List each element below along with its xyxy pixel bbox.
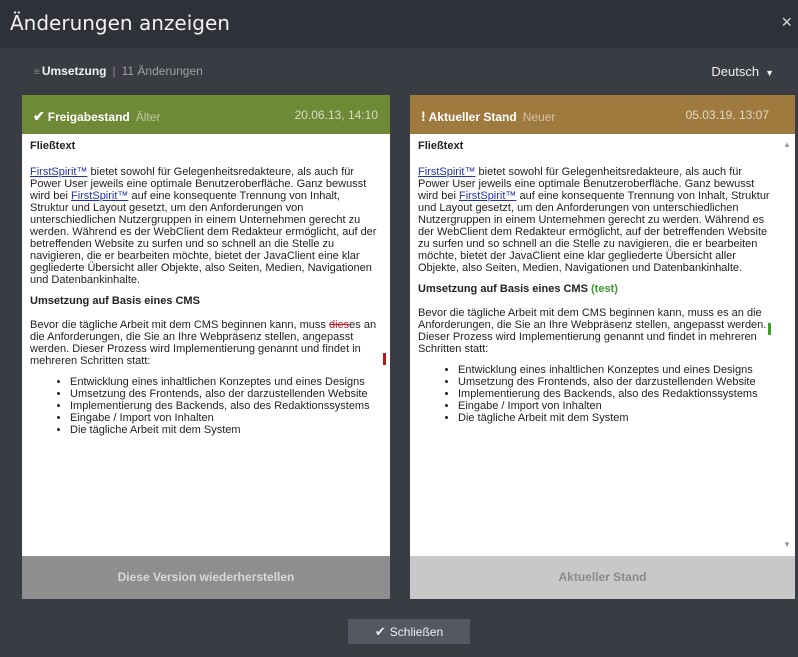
lines-icon: ≡ [34,67,40,78]
version-date: 20.06.13, 14:10 [294,108,378,122]
change-count: 11 Änderungen [121,64,203,78]
scrollbar[interactable]: ▲ ▼ [781,134,795,556]
firstspirit-link[interactable]: FirstSpirit™ [71,190,128,202]
checkmark-icon: ✔ [374,624,386,639]
view-selector[interactable]: ≡ Umsetzung | 11 Änderungen [34,64,203,78]
changes-dialog: Änderungen anzeigen × ≡ Umsetzung | 11 Ände… [0,0,798,657]
language-label: Deutsch [711,64,760,79]
title-bar: Änderungen anzeigen × [0,0,798,48]
list-item: Implementierung des Backends, also des R… [70,400,380,412]
state-label: Freigabestand [47,110,130,124]
addition-marker [768,323,771,335]
section-heading: Umsetzung auf Basis eines CMS (test) [418,283,618,295]
deletion-marker [383,353,386,365]
panel-header: ! Aktueller Stand Neuer 05.03.19, 13:07 [410,95,795,134]
list-item: Umsetzung des Frontends, also der darzus… [458,376,773,388]
close-button[interactable]: ✔ Schließen [348,619,470,644]
close-button-label: Schließen [389,625,444,639]
state-label: Aktueller Stand [428,110,517,124]
list-item: Eingabe / Import von Inhalten [70,412,380,424]
firstspirit-link[interactable]: FirstSpirit™ [459,190,516,202]
section-heading: Umsetzung auf Basis eines CMS [30,295,200,307]
language-dropdown[interactable]: Deutsch ▼ [711,64,774,79]
restore-version-button[interactable]: Diese Version wiederherstellen [22,556,390,599]
list-item: Die tägliche Arbeit mit dem System [458,412,773,424]
list-item: Implementierung des Backends, also des R… [458,388,773,400]
sub-toolbar: ≡ Umsetzung | 11 Änderungen Deutsch ▼ [0,48,798,84]
list-item: Eingabe / Import von Inhalten [458,400,773,412]
scroll-up-icon[interactable]: ▲ [783,139,791,151]
list-item: Entwicklung eines inhaltlichen Konzeptes… [458,364,773,376]
list-item: Umsetzung des Frontends, also der darzus… [70,388,380,400]
age-label: Älter [135,110,161,124]
paragraph: FirstSpirit™ bietet sowohl für Gelegenhe… [30,166,377,286]
version-date: 05.03.19, 13:07 [685,108,769,122]
section-heading: Fließtext [30,140,76,152]
caret-down-icon: ▼ [765,68,774,78]
list-item: Die tägliche Arbeit mit dem System [70,424,380,436]
paragraph: FirstSpirit™ bietet sowohl für Gelegenhe… [418,166,770,274]
view-name: Umsetzung [41,64,107,78]
scroll-down-icon[interactable]: ▼ [783,539,791,551]
current-version-panel: ! Aktueller Stand Neuer 05.03.19, 13:07 Fl… [410,95,795,599]
added-text: (test) [591,283,618,295]
paragraph: Bevor die tägliche Arbeit mit dem CMS be… [418,307,767,355]
deleted-text: dies [328,319,350,331]
step-list: Entwicklung eines inhaltlichen Konzeptes… [30,376,380,436]
step-list: Entwicklung eines inhaltlichen Konzeptes… [418,364,773,424]
checkmark-icon: ✔ [33,108,45,124]
separator: | [112,64,116,78]
current-version-label: Aktueller Stand [410,556,795,599]
dialog-title: Änderungen anzeigen [10,11,230,35]
exclamation-icon: ! [421,108,426,124]
panel-content[interactable]: Fließtext FirstSpirit™ bietet sowohl für… [22,134,390,556]
paragraph: Bevor die tägliche Arbeit mit dem CMS be… [30,319,377,367]
age-label: Neuer [522,110,556,124]
released-version-panel: ✔ Freigabestand Älter 20.06.13, 14:10 Flie… [22,95,390,599]
panel-content[interactable]: Fließtext FirstSpirit™ bietet sowohl für… [410,134,795,556]
panel-header: ✔ Freigabestand Älter 20.06.13, 14:10 [22,95,390,134]
firstspirit-link[interactable]: FirstSpirit™ [418,166,475,178]
section-heading: Fließtext [418,140,464,152]
list-item: Entwicklung eines inhaltlichen Konzeptes… [70,376,380,388]
firstspirit-link[interactable]: FirstSpirit™ [30,166,87,178]
close-icon[interactable]: × [781,12,792,33]
